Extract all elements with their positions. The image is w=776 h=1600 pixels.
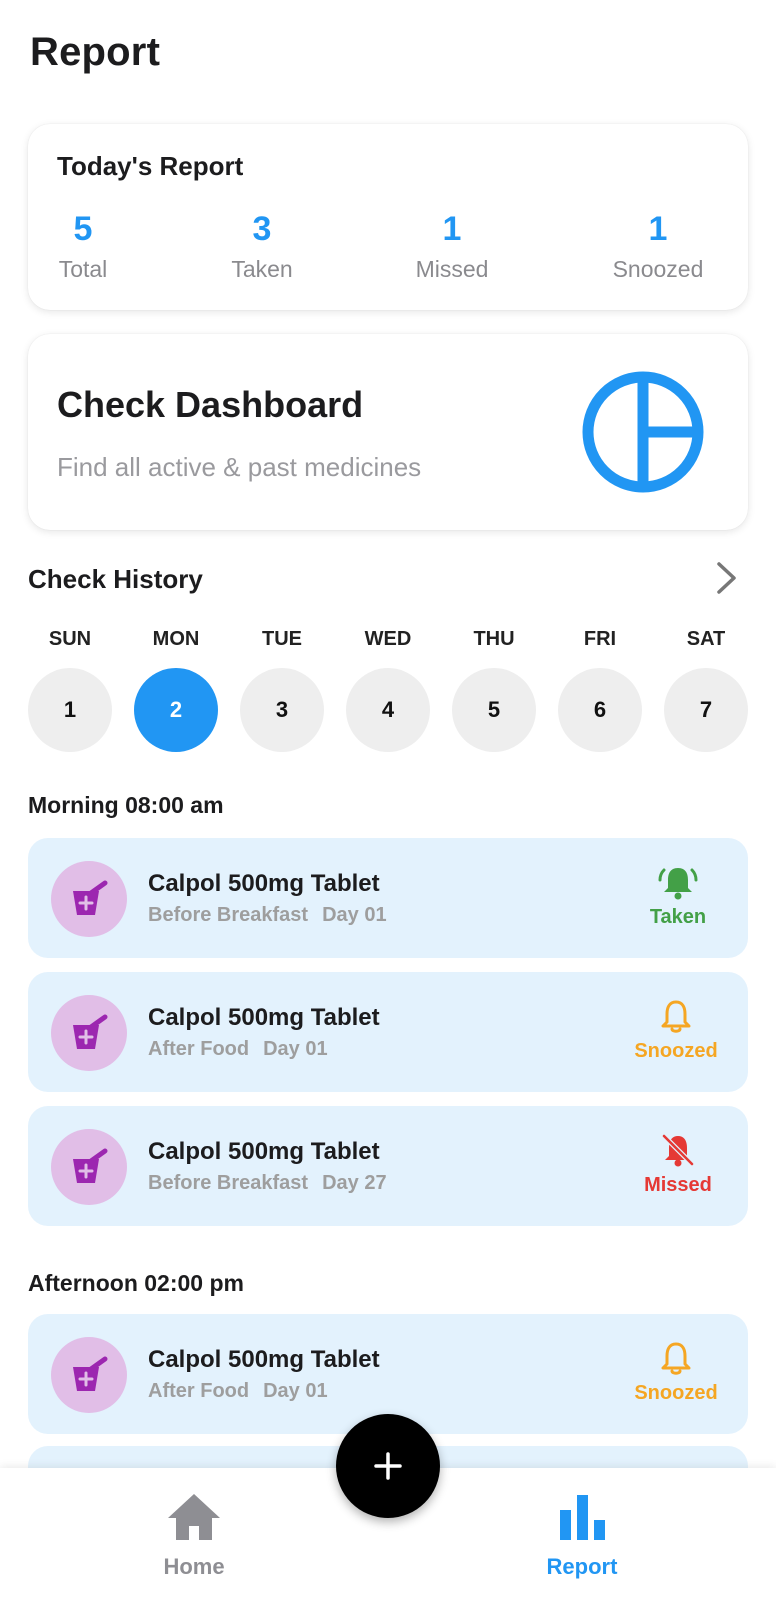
status-label: Snoozed xyxy=(634,1040,718,1062)
medicine-meta: Before Breakfast Day 01 xyxy=(148,904,387,927)
bell-outline-icon xyxy=(661,1342,691,1375)
day-date[interactable]: 6 xyxy=(558,668,642,752)
bar-chart-icon xyxy=(560,1495,605,1540)
day-name: MON xyxy=(152,628,200,650)
section-label-afternoon: Afternoon 02:00 pm xyxy=(28,1270,244,1296)
day-date[interactable]: 1 xyxy=(28,668,112,752)
day-tue[interactable]: TUE 3 xyxy=(240,628,324,752)
day-name: TUE xyxy=(262,628,302,650)
medicine-name: Calpol 500mg Tablet xyxy=(148,1138,380,1165)
status-snoozed[interactable]: Snoozed xyxy=(618,1340,734,1405)
status-missed[interactable]: Missed xyxy=(628,1132,728,1197)
status-label: Snoozed xyxy=(634,1382,718,1404)
mortar-pestle-icon xyxy=(73,1014,108,1049)
stat-taken-value: 3 xyxy=(252,210,272,248)
day-sun[interactable]: SUN 1 xyxy=(28,628,112,752)
status-label: Missed xyxy=(644,1174,712,1196)
add-medicine-button[interactable] xyxy=(336,1414,440,1518)
pie-chart-icon xyxy=(582,371,704,493)
day-mon[interactable]: MON 2 xyxy=(134,628,218,752)
bell-ringing-icon xyxy=(658,868,698,900)
day-date-selected[interactable]: 2 xyxy=(134,668,218,752)
medicine-day: Day 01 xyxy=(263,1380,328,1402)
day-name: THU xyxy=(473,628,515,650)
stat-snoozed: 1 Snoozed xyxy=(598,208,718,283)
todays-report-card: Today's Report 5 Total 3 Taken 1 Missed … xyxy=(28,124,748,310)
medicine-timing: After Food xyxy=(148,1038,250,1060)
check-history-row[interactable]: Check History xyxy=(28,560,748,600)
page-title: Report xyxy=(30,30,161,74)
bell-outline-icon xyxy=(661,1000,691,1033)
day-name: SAT xyxy=(686,628,726,650)
mortar-pestle-icon xyxy=(73,1148,108,1183)
medicine-card[interactable]: Calpol 500mg Tablet After Food Day 01 Sno… xyxy=(28,972,748,1092)
status-taken[interactable]: Taken xyxy=(628,864,728,929)
report-screen: Report Today's Report 5 Total 3 Taken 1 … xyxy=(0,0,776,1600)
nav-home-label: Home xyxy=(163,1554,225,1579)
medicine-timing: Before Breakfast xyxy=(148,904,309,926)
stat-missed-value: 1 xyxy=(442,210,462,248)
stat-total-label: Total xyxy=(58,256,108,282)
stat-total-value: 5 xyxy=(73,210,93,248)
dashboard-title: Check Dashboard xyxy=(57,384,364,425)
status-label: Taken xyxy=(649,906,707,928)
medicine-name: Calpol 500mg Tablet xyxy=(148,1346,380,1373)
medicine-meta: After Food Day 01 xyxy=(148,1038,328,1061)
nav-home[interactable]: Home xyxy=(114,1492,274,1580)
medicine-day: Day 27 xyxy=(322,1172,387,1194)
section-label-morning: Morning 08:00 am xyxy=(28,792,224,818)
medicine-avatar xyxy=(51,1337,127,1413)
day-date[interactable]: 3 xyxy=(240,668,324,752)
check-history-title: Check History xyxy=(28,564,203,594)
plus-icon xyxy=(374,1452,402,1480)
day-name: SUN xyxy=(48,628,92,650)
day-fri[interactable]: FRI 6 xyxy=(558,628,642,752)
medicine-card[interactable]: Calpol 500mg Tablet Before Breakfast Day … xyxy=(28,838,748,958)
stat-missed-label: Missed xyxy=(415,256,489,282)
medicine-avatar xyxy=(51,995,127,1071)
medicine-timing: After Food xyxy=(148,1380,250,1402)
mortar-pestle-icon xyxy=(73,1356,108,1391)
day-date[interactable]: 4 xyxy=(346,668,430,752)
day-date[interactable]: 7 xyxy=(664,668,748,752)
stat-taken-label: Taken xyxy=(231,256,293,282)
bell-off-icon xyxy=(662,1134,694,1167)
medicine-avatar xyxy=(51,1129,127,1205)
medicine-day: Day 01 xyxy=(322,904,387,926)
day-name: WED xyxy=(364,628,412,650)
check-dashboard-card[interactable]: Check Dashboard Find all active & past m… xyxy=(28,334,748,530)
mortar-pestle-icon xyxy=(73,880,108,915)
day-date[interactable]: 5 xyxy=(452,668,536,752)
stat-snoozed-value: 1 xyxy=(648,210,668,248)
medicine-card[interactable]: Calpol 500mg Tablet Before Breakfast Day … xyxy=(28,1106,748,1226)
day-sat[interactable]: SAT 7 xyxy=(664,628,748,752)
nav-report-label: Report xyxy=(546,1554,618,1579)
day-thu[interactable]: THU 5 xyxy=(452,628,536,752)
day-wed[interactable]: WED 4 xyxy=(346,628,430,752)
nav-report[interactable]: Report xyxy=(502,1492,662,1580)
medicine-timing: Before Breakfast xyxy=(148,1172,309,1194)
stat-snoozed-label: Snoozed xyxy=(612,256,704,282)
medicine-meta: After Food Day 01 xyxy=(148,1380,328,1403)
dashboard-subtitle: Find all active & past medicines xyxy=(57,452,422,482)
day-name: FRI xyxy=(583,628,617,650)
medicine-day: Day 01 xyxy=(263,1038,328,1060)
medicine-name: Calpol 500mg Tablet xyxy=(148,1004,380,1031)
medicine-avatar xyxy=(51,861,127,937)
status-snoozed[interactable]: Snoozed xyxy=(618,998,734,1063)
stat-total: 5 Total xyxy=(46,208,120,283)
chevron-right-icon[interactable] xyxy=(714,560,740,596)
todays-report-title: Today's Report xyxy=(57,151,244,181)
home-icon xyxy=(168,1494,220,1540)
stat-taken: 3 Taken xyxy=(218,208,306,283)
medicine-meta: Before Breakfast Day 27 xyxy=(148,1172,387,1195)
medicine-name: Calpol 500mg Tablet xyxy=(148,870,380,897)
stat-missed: 1 Missed xyxy=(400,208,504,283)
